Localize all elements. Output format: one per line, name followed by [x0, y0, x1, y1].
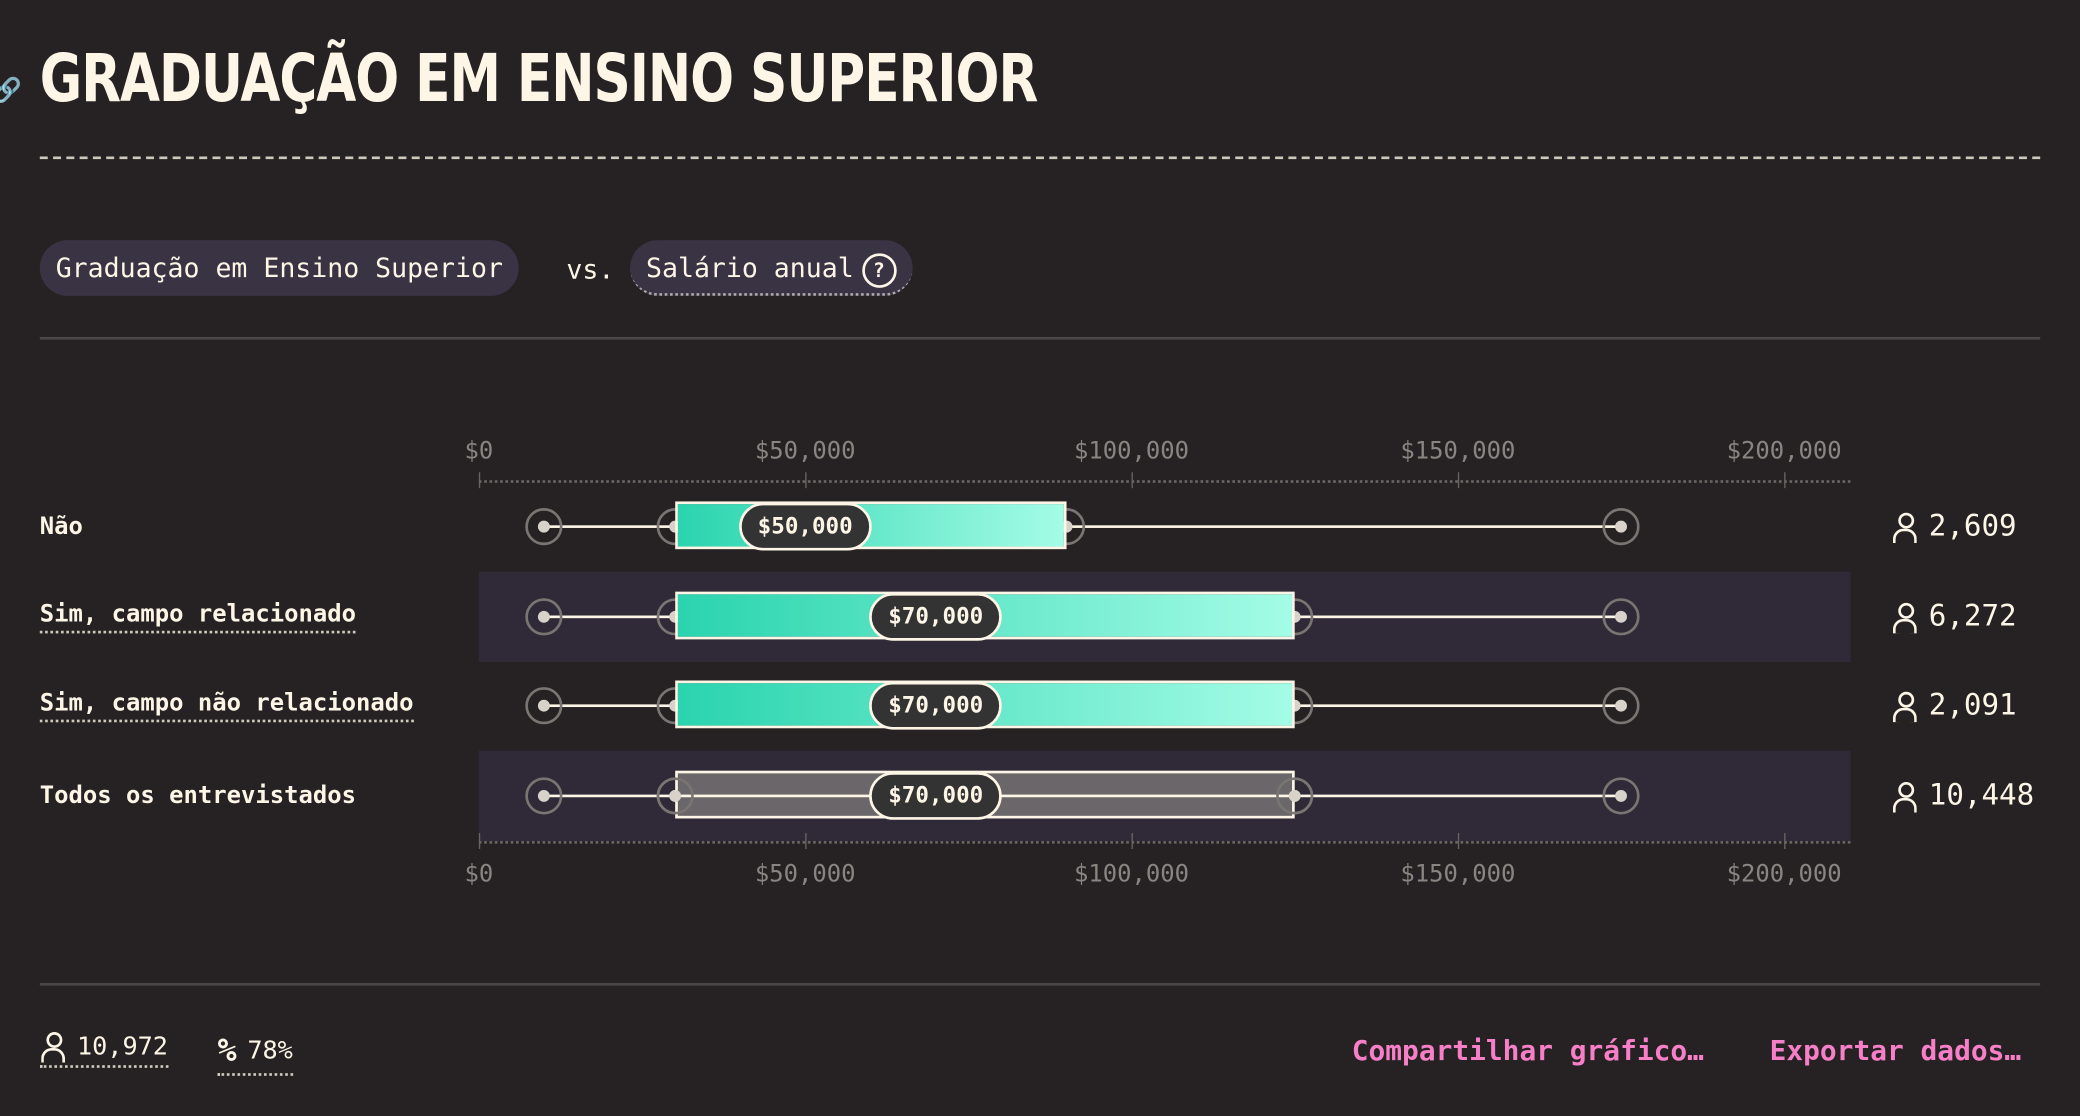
person-icon	[1892, 691, 1919, 722]
response-rate[interactable]: % 78%	[217, 1032, 293, 1076]
axis-tick-label: $150,000	[1400, 437, 1516, 465]
count-value: 10,448	[1928, 779, 2035, 813]
axis-tick-label: $200,000	[1726, 860, 1842, 889]
whisker-point	[525, 687, 563, 725]
row-label: Todos os entrevistados	[39, 781, 357, 810]
median-label: $70,000	[869, 592, 1002, 641]
axis-tick-mark	[1457, 472, 1460, 489]
chart-page: 🔗 GRADUAÇÃO EM ENSINO SUPERIOR Graduação…	[0, 0, 2080, 1116]
metric-label: Salário anual	[646, 252, 854, 284]
axis-tick-label: $100,000	[1074, 437, 1190, 465]
axis-line	[478, 841, 1851, 844]
whisker-point	[1276, 777, 1314, 815]
respondents-count[interactable]: 10,972	[39, 1032, 168, 1068]
share-chart-link[interactable]: Compartilhar gráfico…	[1352, 1035, 1704, 1067]
count-value: 6,272	[1928, 600, 2017, 634]
row-label[interactable]: Sim, campo não relacionado	[39, 689, 414, 723]
median-label: $70,000	[869, 681, 1002, 730]
median-label: $70,000	[869, 772, 1002, 820]
whisker-point	[1602, 777, 1640, 815]
row-count: 6,272	[1892, 600, 2017, 633]
axis-tick-label: $50,000	[754, 860, 856, 889]
whisker-point	[525, 508, 563, 546]
link-icon[interactable]: 🔗	[0, 77, 22, 105]
whisker-point	[525, 777, 563, 815]
row-count: 2,091	[1892, 689, 2017, 722]
axis-line	[478, 480, 1851, 483]
axis-tick-mark	[1131, 833, 1133, 849]
axis-tick-label: $200,000	[1726, 437, 1842, 465]
axis-tick-mark	[805, 833, 807, 849]
axis-tick-mark	[478, 833, 481, 849]
help-icon[interactable]: ?	[861, 252, 897, 288]
axis-tick-label: $150,000	[1400, 860, 1516, 889]
axis-tick-label: $50,000	[754, 437, 856, 465]
variable-selector[interactable]: Graduação em Ensino Superior	[39, 240, 519, 296]
axis-tick-label: $0	[464, 437, 494, 465]
divider	[39, 982, 2041, 986]
metric-selector[interactable]: Salário anual?	[630, 240, 913, 296]
count-value: 2,091	[1928, 689, 2017, 723]
title-divider	[39, 156, 2041, 160]
person-icon	[1892, 602, 1919, 633]
respondents-value: 10,972	[76, 1032, 168, 1062]
person-icon	[1892, 781, 1919, 812]
whisker-point	[656, 777, 694, 815]
axis-tick-mark	[1457, 833, 1460, 849]
axis-tick-mark	[1784, 833, 1786, 849]
axis-tick-mark	[805, 472, 807, 489]
page-title: GRADUAÇÃO EM ENSINO SUPERIOR	[39, 39, 1039, 117]
row-label[interactable]: Sim, campo relacionado	[39, 600, 357, 634]
whisker-point	[1602, 687, 1640, 725]
axis-tick-label: $0	[464, 860, 494, 889]
vs-label: vs.	[566, 253, 615, 286]
whisker-point	[525, 598, 563, 636]
count-value: 2,609	[1928, 510, 2017, 544]
whisker-point	[1602, 598, 1640, 636]
median-label: $50,000	[739, 502, 872, 551]
export-data-link[interactable]: Exportar dados…	[1770, 1035, 2022, 1067]
percent-icon: %	[217, 1032, 237, 1070]
axis-tick-mark	[478, 472, 481, 489]
row-count: 10,448	[1892, 779, 2035, 813]
percent-value: 78%	[247, 1036, 293, 1066]
whisker-point	[1602, 508, 1640, 546]
person-icon	[1892, 512, 1919, 543]
row-count: 2,609	[1892, 510, 2017, 543]
axis-tick-mark	[1784, 472, 1786, 489]
divider	[39, 336, 2041, 340]
row-label: Não	[39, 512, 83, 541]
person-icon	[40, 1032, 67, 1063]
axis-tick-label: $100,000	[1074, 860, 1190, 889]
axis-tick-mark	[1131, 472, 1133, 489]
